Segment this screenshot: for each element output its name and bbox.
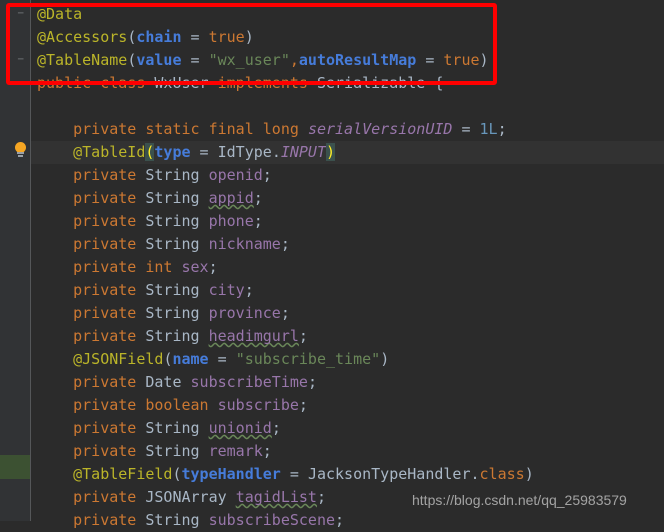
- code-line[interactable]: private static final long serialVersionU…: [31, 118, 507, 141]
- code-line[interactable]: @Data: [31, 3, 82, 26]
- code-line[interactable]: private String headimgurl;: [31, 325, 308, 348]
- code-line[interactable]: @Accessors(chain = true): [31, 26, 254, 49]
- lightbulb-intention-icon[interactable]: [14, 142, 27, 157]
- code-line[interactable]: private String openid;: [31, 164, 272, 187]
- code-line[interactable]: private int sex;: [31, 256, 218, 279]
- code-line-current[interactable]: @TableId(type = IdType.INPUT): [31, 141, 664, 164]
- code-line[interactable]: private JSONArray tagidList;: [31, 486, 326, 509]
- code-line[interactable]: @JSONField(name = "subscribe_time"): [31, 348, 389, 371]
- code-line[interactable]: @TableName(value = "wx_user",autoResultM…: [31, 49, 489, 72]
- code-line[interactable]: private Date subscribeTime;: [31, 371, 317, 394]
- code-line-class-declaration[interactable]: public class WxUser implements Serializa…: [31, 72, 443, 95]
- code-line[interactable]: @TableField(typeHandler = JacksonTypeHan…: [31, 463, 534, 486]
- watermark-url: https://blog.csdn.net/qq_25983579: [412, 492, 627, 508]
- code-fold-marker[interactable]: ─: [18, 10, 27, 19]
- code-editor[interactable]: ─ ─ @Data @Accessors(chain = true) @Tabl…: [0, 0, 664, 529]
- code-content[interactable]: @Data @Accessors(chain = true) @TableNam…: [31, 0, 664, 529]
- editor-gutter[interactable]: [0, 0, 30, 521]
- vcs-change-marker[interactable]: [0, 455, 30, 479]
- code-line[interactable]: private String city;: [31, 279, 254, 302]
- code-line[interactable]: private boolean subscribe;: [31, 394, 308, 417]
- code-fold-marker[interactable]: ─: [18, 56, 27, 65]
- code-line[interactable]: private String phone;: [31, 210, 263, 233]
- code-line[interactable]: private String province;: [31, 302, 290, 325]
- code-line[interactable]: [31, 95, 37, 118]
- code-line[interactable]: private String unionid;: [31, 417, 281, 440]
- code-line[interactable]: private String appid;: [31, 187, 263, 210]
- code-line[interactable]: private String nickname;: [31, 233, 290, 256]
- code-line[interactable]: private String remark;: [31, 440, 272, 463]
